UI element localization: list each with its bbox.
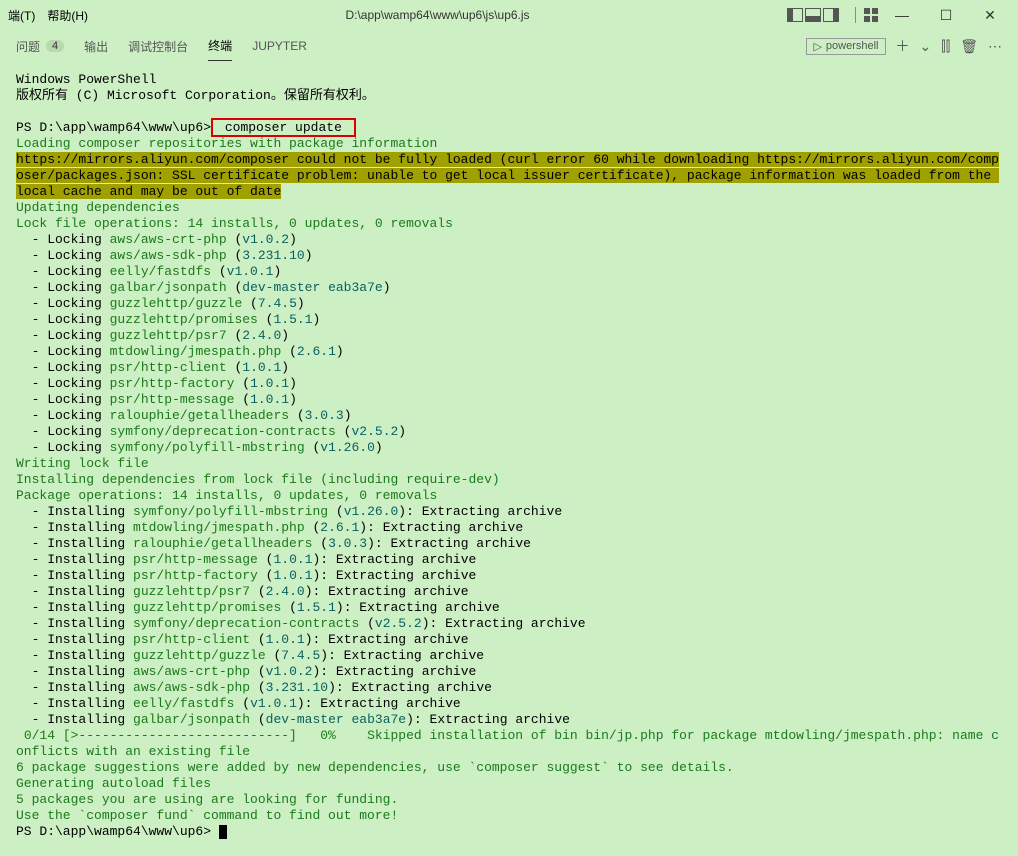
tab-debug-console[interactable]: 调试控制台 (128, 32, 188, 61)
progress-line: 0/14 [>---------------------------] 0% S… (16, 728, 1006, 760)
command-highlight: composer update (211, 118, 356, 137)
new-terminal-button[interactable]: ＋ (896, 36, 910, 56)
term-line: Windows PowerShell (16, 72, 1002, 88)
tab-output[interactable]: 输出 (84, 32, 108, 61)
lock-item: - Locking symfony/polyfill-mbstring (v1.… (16, 440, 1002, 456)
terminal-output[interactable]: Windows PowerShell版权所有 (C) Microsoft Cor… (0, 62, 1018, 850)
lock-list: - Locking aws/aws-crt-php (v1.0.2) - Loc… (16, 232, 1002, 456)
install-item: - Installing guzzlehttp/promises (1.5.1)… (16, 600, 1002, 616)
term-line: 5 packages you are using are looking for… (16, 792, 1002, 808)
tab-label: 问题 (16, 38, 40, 55)
install-item: - Installing symfony/polyfill-mbstring (… (16, 504, 1002, 520)
titlebar: 端(T) 帮助(H) D:\app\wamp64\www\up6\js\up6.… (0, 0, 1018, 30)
install-item: - Installing guzzlehttp/psr7 (2.4.0): Ex… (16, 584, 1002, 600)
lock-item: - Locking guzzlehttp/guzzle (7.4.5) (16, 296, 1002, 312)
menu-help[interactable]: 帮助(H) (47, 7, 88, 24)
split-terminal-icon[interactable]: ⫿⫿ (941, 38, 950, 55)
term-line: 版权所有 (C) Microsoft Corporation。保留所有权利。 (16, 88, 1002, 104)
install-item: - Installing ralouphie/getallheaders (3.… (16, 536, 1002, 552)
window-title: D:\app\wamp64\www\up6\js\up6.js (88, 8, 787, 22)
lock-item: - Locking guzzlehttp/psr7 (2.4.0) (16, 328, 1002, 344)
lock-item: - Locking symfony/deprecation-contracts … (16, 424, 1002, 440)
separator (855, 7, 856, 23)
term-line: Package operations: 14 installs, 0 updat… (16, 488, 1002, 504)
terminal-shell-chip[interactable]: ▷ powershell (806, 38, 885, 55)
term-line: Installing dependencies from lock file (… (16, 472, 1002, 488)
install-item: - Installing symfony/deprecation-contrac… (16, 616, 1002, 632)
layout-left-icon[interactable] (787, 8, 803, 22)
shell-label: powershell (826, 40, 879, 52)
tab-problems[interactable]: 问题 4 (16, 32, 64, 61)
customize-layout-icon[interactable] (864, 8, 878, 22)
prompt-line: PS D:\app\wamp64\www\up6> (16, 824, 1002, 840)
lock-item: - Locking mtdowling/jmespath.php (2.6.1) (16, 344, 1002, 360)
lock-item: - Locking eelly/fastdfs (v1.0.1) (16, 264, 1002, 280)
install-item: - Installing psr/http-client (1.0.1): Ex… (16, 632, 1002, 648)
close-button[interactable]: ✕ (970, 1, 1010, 29)
powershell-icon: ▷ (813, 40, 821, 53)
chevron-down-icon[interactable]: ⌄ (920, 38, 932, 55)
cursor (219, 825, 227, 839)
lock-item: - Locking ralouphie/getallheaders (3.0.3… (16, 408, 1002, 424)
term-line: Updating dependencies (16, 200, 1002, 216)
term-line: Lock file operations: 14 installs, 0 upd… (16, 216, 1002, 232)
warning-line: https://mirrors.aliyun.com/composer coul… (16, 152, 1006, 200)
install-item: - Installing galbar/jsonpath (dev-master… (16, 712, 1002, 728)
term-line: 6 package suggestions were added by new … (16, 760, 1002, 776)
install-item: - Installing psr/http-factory (1.0.1): E… (16, 568, 1002, 584)
lock-item: - Locking aws/aws-sdk-php (3.231.10) (16, 248, 1002, 264)
menu-terminal[interactable]: 端(T) (8, 7, 35, 24)
lock-item: - Locking galbar/jsonpath (dev-master ea… (16, 280, 1002, 296)
install-list: - Installing symfony/polyfill-mbstring (… (16, 504, 1002, 728)
install-item: - Installing psr/http-message (1.0.1): E… (16, 552, 1002, 568)
lock-item: - Locking psr/http-factory (1.0.1) (16, 376, 1002, 392)
tab-jupyter[interactable]: JUPYTER (252, 33, 307, 59)
layout-bottom-icon[interactable] (805, 8, 821, 22)
trash-icon[interactable]: 🗑 (960, 38, 978, 55)
more-icon[interactable]: ⋯ (988, 38, 1002, 55)
minimize-button[interactable]: — (882, 1, 922, 29)
problems-badge: 4 (46, 40, 64, 52)
install-item: - Installing aws/aws-crt-php (v1.0.2): E… (16, 664, 1002, 680)
lock-item: - Locking aws/aws-crt-php (v1.0.2) (16, 232, 1002, 248)
term-line: Loading composer repositories with packa… (16, 136, 1002, 152)
lock-item: - Locking guzzlehttp/promises (1.5.1) (16, 312, 1002, 328)
install-item: - Installing aws/aws-sdk-php (3.231.10):… (16, 680, 1002, 696)
term-line: Generating autoload files (16, 776, 1002, 792)
layout-right-icon[interactable] (823, 8, 839, 22)
lock-item: - Locking psr/http-client (1.0.1) (16, 360, 1002, 376)
install-item: - Installing guzzlehttp/guzzle (7.4.5): … (16, 648, 1002, 664)
maximize-button[interactable]: ☐ (926, 1, 966, 29)
layout-icons (787, 8, 839, 22)
tab-terminal[interactable]: 终端 (208, 31, 232, 61)
install-item: - Installing eelly/fastdfs (v1.0.1): Ext… (16, 696, 1002, 712)
term-line: Writing lock file (16, 456, 1002, 472)
term-line: Use the `composer fund` command to find … (16, 808, 1002, 824)
panel-tabbar: 问题 4 输出 调试控制台 终端 JUPYTER ▷ powershell ＋ … (0, 30, 1018, 62)
prompt-line: PS D:\app\wamp64\www\up6> composer updat… (16, 120, 1002, 136)
blank (16, 104, 1002, 120)
lock-item: - Locking psr/http-message (1.0.1) (16, 392, 1002, 408)
install-item: - Installing mtdowling/jmespath.php (2.6… (16, 520, 1002, 536)
